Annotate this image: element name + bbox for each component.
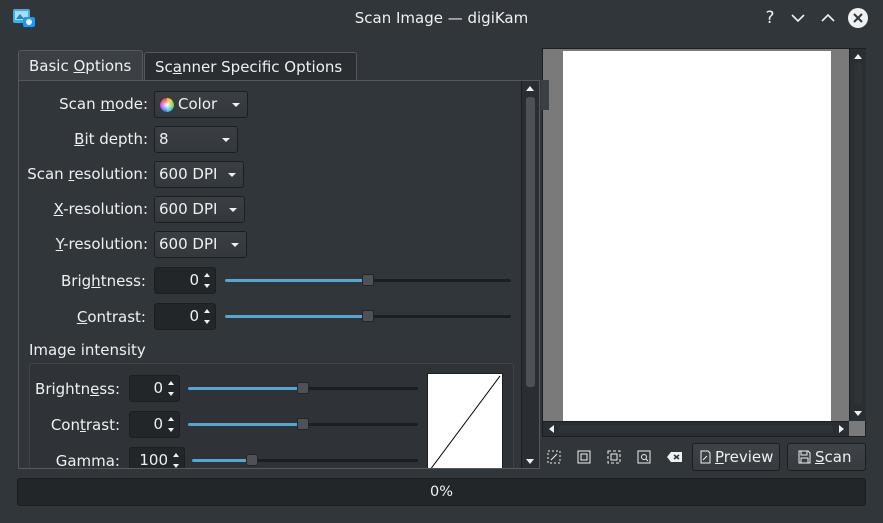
- preview-vertical-scrollbar[interactable]: [849, 49, 866, 421]
- help-button[interactable]: ?: [760, 8, 780, 28]
- brightness-slider[interactable]: [225, 274, 511, 286]
- slider-handle[interactable]: [297, 382, 309, 394]
- preview-button[interactable]: Preview: [692, 443, 780, 471]
- x-resolution-label: X-resolution:: [53, 200, 148, 218]
- preview-area[interactable]: [542, 48, 866, 437]
- gamma-label: Gamma:: [55, 452, 120, 469]
- tab-basic-options[interactable]: Basic Options: [18, 50, 143, 81]
- intensity-brightness-slider[interactable]: [188, 382, 418, 394]
- chevron-down-icon[interactable]: [788, 8, 808, 28]
- bit-depth-select[interactable]: 8: [154, 126, 238, 153]
- arrow-up-icon[interactable]: [166, 377, 177, 389]
- scrollbar-thumb[interactable]: [854, 63, 862, 405]
- zoom-to-selection-icon[interactable]: [576, 449, 592, 465]
- slider-handle[interactable]: [362, 310, 374, 322]
- title-bar: Scan Image — digiKam ?: [0, 0, 883, 37]
- close-icon[interactable]: [847, 7, 869, 29]
- preview-page: [563, 51, 831, 421]
- y-resolution-select[interactable]: 600 DPI: [154, 231, 247, 258]
- gamma-spinbox[interactable]: 100: [129, 447, 185, 469]
- slider-handle[interactable]: [362, 274, 374, 286]
- color-wheel-icon: [160, 98, 174, 112]
- intensity-contrast-slider[interactable]: [188, 418, 418, 430]
- chevron-down-icon: [232, 103, 240, 107]
- arrow-down-icon[interactable]: [202, 317, 213, 329]
- tab-scanner-specific-options[interactable]: Scanner Specific Options: [144, 52, 357, 81]
- arrow-down-icon[interactable]: [166, 389, 177, 401]
- clear-selection-icon[interactable]: [666, 449, 684, 465]
- slider-handle[interactable]: [297, 418, 309, 430]
- options-scrollbar[interactable]: [521, 81, 539, 468]
- scan-resolution-label: Scan resolution:: [27, 165, 148, 183]
- chevron-down-icon: [229, 208, 237, 212]
- scan-mode-value: Color: [178, 95, 218, 113]
- brightness-label: Brightness:: [61, 272, 146, 290]
- y-resolution-label: Y-resolution:: [55, 235, 148, 253]
- zoom-fit-icon[interactable]: [606, 449, 622, 465]
- arrow-up-icon[interactable]: [166, 413, 177, 425]
- bit-depth-label: Bit depth:: [74, 130, 148, 148]
- chevron-down-icon: [231, 243, 239, 247]
- intensity-contrast-label: Contrast:: [50, 416, 120, 434]
- scan-resolution-value: 600 DPI: [159, 165, 218, 183]
- brightness-spinbox[interactable]: 0: [154, 267, 216, 294]
- arrow-up-icon[interactable]: [202, 269, 213, 281]
- scan-progress-bar: 0%: [17, 478, 866, 506]
- arrow-down-icon[interactable]: [526, 459, 534, 464]
- intensity-brightness-spinbox[interactable]: 0: [129, 375, 180, 402]
- x-resolution-select[interactable]: 600 DPI: [154, 196, 245, 223]
- scrollbar-thumb[interactable]: [526, 97, 535, 387]
- contrast-value: 0: [189, 307, 199, 325]
- contrast-slider[interactable]: [225, 310, 511, 322]
- y-resolution-value: 600 DPI: [159, 235, 218, 253]
- arrow-right-icon[interactable]: [839, 425, 844, 433]
- window-title: Scan Image — digiKam: [354, 9, 529, 27]
- arrow-up-icon[interactable]: [171, 449, 182, 461]
- scan-button[interactable]: Scan: [787, 443, 866, 471]
- gamma-value: 100: [139, 451, 168, 469]
- arrow-down-icon[interactable]: [171, 461, 182, 468]
- scan-mode-select[interactable]: Color: [154, 91, 248, 118]
- arrow-down-icon[interactable]: [166, 425, 177, 437]
- chevron-down-icon: [222, 138, 230, 142]
- gamma-slider[interactable]: [192, 454, 418, 466]
- scrollbar-thumb[interactable]: [559, 425, 833, 433]
- x-resolution-value: 600 DPI: [159, 200, 218, 218]
- intensity-contrast-value: 0: [153, 415, 163, 433]
- arrow-up-icon[interactable]: [854, 54, 862, 59]
- intensity-brightness-value: 0: [153, 379, 163, 397]
- contrast-spinbox[interactable]: 0: [154, 303, 216, 330]
- brightness-value: 0: [189, 271, 199, 289]
- chevron-up-icon[interactable]: [818, 8, 838, 28]
- arrow-down-icon[interactable]: [854, 411, 862, 416]
- arrow-up-icon[interactable]: [526, 86, 534, 91]
- arrow-down-icon[interactable]: [202, 281, 213, 293]
- slider-handle[interactable]: [246, 454, 258, 466]
- splitter-handle[interactable]: [541, 80, 549, 110]
- basic-options-panel: Scan mode: Color Bit depth: 8 Scan resol…: [18, 80, 540, 469]
- contrast-label: Contrast:: [76, 308, 146, 326]
- bit-depth-value: 8: [159, 130, 169, 148]
- preview-horizontal-scrollbar[interactable]: [543, 421, 849, 436]
- select-all-icon[interactable]: [546, 449, 562, 465]
- progress-text: 0%: [429, 484, 453, 500]
- arrow-up-icon[interactable]: [202, 305, 213, 317]
- image-intensity-title: Image intensity: [29, 341, 146, 359]
- intensity-curve-graph: [427, 373, 503, 468]
- save-icon: [798, 450, 811, 464]
- zoom-icon[interactable]: [636, 449, 652, 465]
- scan-resolution-select[interactable]: 600 DPI: [154, 161, 244, 188]
- intensity-contrast-spinbox[interactable]: 0: [129, 411, 180, 438]
- intensity-brightness-label: Brightness:: [35, 380, 120, 398]
- scan-mode-label: Scan mode:: [59, 95, 148, 113]
- preview-icon: [700, 450, 711, 464]
- chevron-down-icon: [228, 173, 236, 177]
- arrow-left-icon[interactable]: [549, 425, 554, 433]
